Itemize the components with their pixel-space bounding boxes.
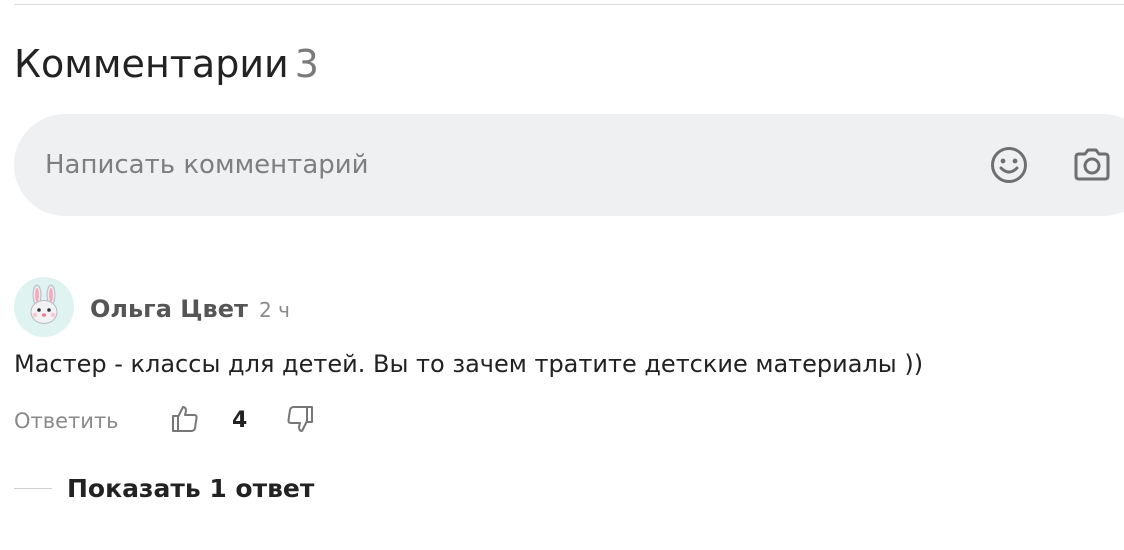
comments-count: 3	[294, 42, 319, 86]
replies-divider	[14, 488, 52, 489]
comment-time: 2 ч	[259, 298, 290, 322]
smiley-icon	[991, 147, 1027, 183]
rabbit-face-icon	[30, 284, 58, 324]
thumbs-down-icon	[287, 406, 313, 432]
like-count: 4	[232, 408, 248, 433]
comment-author[interactable]: Ольга Цвет	[90, 295, 248, 323]
comments-header: Комментарии 3	[14, 40, 319, 88]
comment-composer	[14, 114, 1124, 216]
emoji-button[interactable]	[987, 143, 1031, 187]
thumbs-up-icon	[172, 406, 198, 432]
comment-input[interactable]	[45, 147, 945, 183]
comment-text: Мастер - классы для детей. Вы то зачем т…	[14, 350, 924, 378]
comments-title: Комментарии	[14, 42, 289, 86]
reply-button[interactable]: Ответить	[14, 409, 119, 433]
like-button[interactable]	[169, 403, 201, 435]
show-replies-button[interactable]: Показать 1 ответ	[67, 474, 314, 503]
comments-page: Комментарии 3 Написать комментарий Ольга…	[0, 0, 1124, 550]
camera-icon	[1074, 148, 1110, 181]
top-divider	[14, 4, 1124, 5]
attach-photo-button[interactable]	[1070, 143, 1114, 187]
avatar[interactable]	[14, 277, 74, 337]
dislike-button[interactable]	[284, 403, 316, 435]
